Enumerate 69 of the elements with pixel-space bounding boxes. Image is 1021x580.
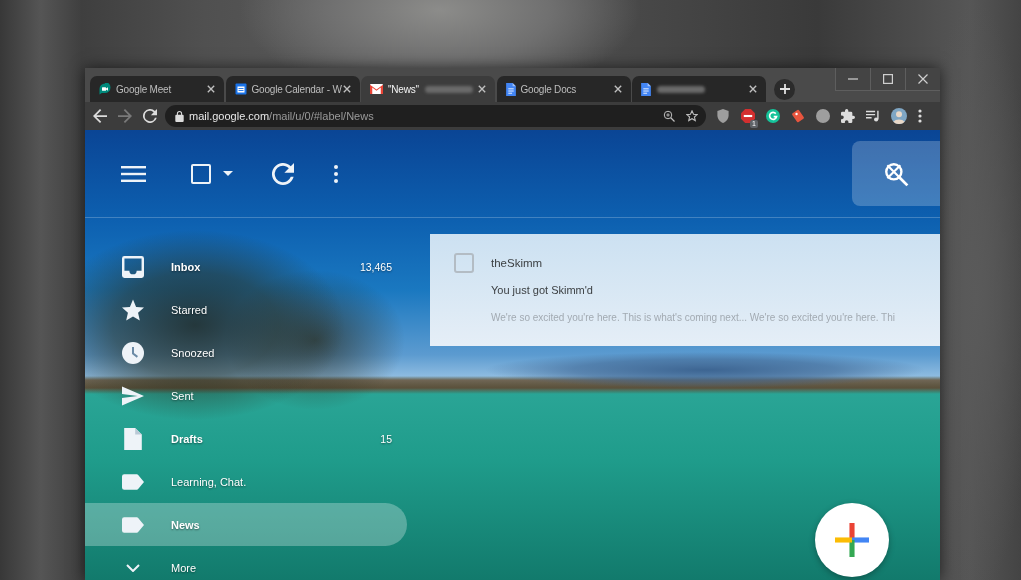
minimize-button[interactable] <box>835 68 870 91</box>
close-icon[interactable] <box>478 85 486 93</box>
video-chat-icon <box>99 83 111 95</box>
browser-tab[interactable]: Google Docs <box>496 76 631 102</box>
email-row[interactable]: theSkimm You just got Skimm'd We're so excited you're here. This is what's coming next... We're so excited you're here. Thi <box>430 234 940 346</box>
plus-icon <box>835 523 869 557</box>
close-icon[interactable] <box>342 85 351 93</box>
browser-tab[interactable]: Google Calendar - W <box>225 76 360 102</box>
envelope-icon <box>370 84 383 94</box>
shield-icon[interactable] <box>716 109 730 123</box>
url-text: mail.google.com/mail/u/0/#label/News <box>189 110 374 122</box>
address-bar[interactable]: mail.google.com/mail/u/0/#label/News <box>165 105 706 127</box>
search-button[interactable] <box>852 141 940 206</box>
playlist-icon[interactable] <box>866 109 880 123</box>
message-count: 15 <box>380 432 392 445</box>
select-checkbox[interactable] <box>191 163 211 184</box>
star-icon <box>122 298 144 321</box>
tag-icon[interactable] <box>791 109 805 123</box>
plus-icon <box>779 84 790 94</box>
document-icon <box>641 82 651 96</box>
caret-icon[interactable] <box>223 171 233 176</box>
circle-logo-icon[interactable] <box>766 109 780 123</box>
inbox-icon <box>122 255 144 278</box>
document-icon <box>505 82 516 96</box>
checkbox[interactable] <box>454 253 474 273</box>
close-icon[interactable] <box>749 85 757 93</box>
close-window-button[interactable] <box>905 68 940 91</box>
sender-name: theSkimm <box>491 256 544 270</box>
minimize-icon <box>848 78 858 80</box>
close-icon[interactable] <box>207 85 215 93</box>
refresh-icon[interactable] <box>272 162 294 185</box>
close-icon <box>918 74 928 84</box>
sidebar-item[interactable]: Snoozed <box>85 331 407 374</box>
more-icon[interactable] <box>334 164 338 183</box>
compose-button[interactable] <box>815 503 889 577</box>
browser-tab[interactable]: "News" <box>361 76 495 102</box>
browser-tab[interactable] <box>632 76 766 102</box>
zoom-icon[interactable] <box>663 110 675 122</box>
sidebar-item[interactable]: Learning, Chat. <box>85 460 407 503</box>
file-icon <box>124 427 142 450</box>
puzzle-icon[interactable] <box>841 109 855 123</box>
send-icon <box>122 384 144 407</box>
maximize-icon <box>883 74 893 84</box>
email-snippet: We're so excited you're here. This is what's coming next... We're so excited you're here. Thi <box>491 310 895 324</box>
menu-icon[interactable] <box>121 165 146 182</box>
more-icon[interactable] <box>918 109 922 123</box>
label-icon <box>122 516 144 533</box>
sidebar-item[interactable]: More <box>85 546 407 579</box>
close-icon[interactable] <box>613 85 622 93</box>
stop-sign-icon[interactable] <box>741 109 755 123</box>
circle-icon[interactable] <box>816 109 830 123</box>
sidebar-item[interactable]: Starred <box>85 288 407 331</box>
chevron-down-icon <box>126 563 140 572</box>
email-subject: You just got Skimm'd <box>491 283 594 297</box>
maximize-button[interactable] <box>870 68 905 91</box>
sidebar-item[interactable]: Inbox 13,465 <box>85 245 407 288</box>
new-tab-button[interactable] <box>774 78 795 100</box>
reload-icon[interactable] <box>143 109 157 123</box>
sidebar-item[interactable]: Sent <box>85 374 407 417</box>
search-icon <box>883 160 909 187</box>
star-outline-icon[interactable] <box>686 110 698 122</box>
label-icon <box>122 473 144 490</box>
calendar-icon <box>234 83 247 95</box>
browser-tab[interactable]: Google Meet <box>90 76 224 102</box>
message-count: 13,465 <box>359 260 392 273</box>
back-icon[interactable] <box>93 109 107 123</box>
lock-icon <box>175 110 184 122</box>
avatar-icon[interactable] <box>891 108 907 124</box>
clock-icon <box>122 341 144 364</box>
